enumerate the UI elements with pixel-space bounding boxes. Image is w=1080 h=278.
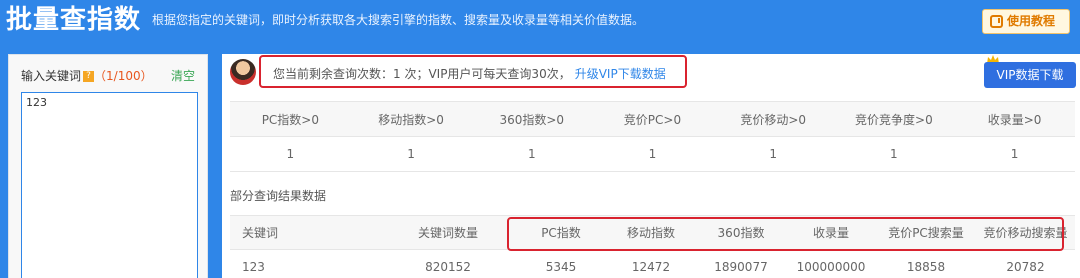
table-cell: 5345 — [516, 249, 606, 278]
stats-table: PC指数>0 移动指数>0 360指数>0 竞价PC>0 竞价移动>0 竞价竞争度>0 收录… — [230, 101, 1075, 172]
book-icon — [990, 15, 1003, 28]
stats-value-cell: 1 — [350, 136, 472, 172]
results-header-cell: 关键词 — [230, 215, 380, 250]
results-header-cell: 移动指数 — [606, 215, 696, 250]
stats-header-row: PC指数>0 移动指数>0 360指数>0 竞价PC>0 竞价移动>0 竞价竞争度>0 收录… — [230, 101, 1075, 137]
table-cell: 820152 — [380, 249, 516, 278]
stats-header-cell: 360指数>0 — [471, 101, 593, 137]
keyword-count: （1/100） — [94, 69, 153, 83]
quota-notice-text: 您当前剩余查询次数：1 次；VIP用户可每天查询30次， 升级VIP下载数据 — [273, 65, 666, 82]
page-header: 批量查指数 根据您指定的关键词，即时分析获取各大搜索引擎的指数、搜索量及收录量等… — [0, 0, 1080, 42]
table-cell: 20782 — [976, 249, 1075, 278]
page-title: 批量查指数 — [6, 5, 142, 35]
results-header-cell: PC指数 — [516, 215, 606, 250]
stats-header-cell: PC指数>0 — [230, 101, 351, 137]
results-section-title: 部分查询结果数据 — [230, 189, 327, 203]
results-header-cell: 收录量 — [786, 215, 876, 250]
table-cell: 18858 — [876, 249, 976, 278]
keyword-textarea[interactable] — [21, 92, 198, 278]
vip-download-button[interactable]: VIP数据下载 — [984, 62, 1076, 88]
clear-button[interactable]: 清空 — [171, 67, 195, 84]
upgrade-vip-link[interactable]: 升级VIP下载数据 — [575, 67, 666, 81]
table-cell: 123 — [230, 249, 380, 278]
stats-header-cell: 移动指数>0 — [350, 101, 472, 137]
stats-value-cell: 1 — [833, 136, 955, 172]
keyword-input-label-text: 输入关键词 — [21, 69, 82, 83]
keyword-input-panel: 输入关键词? （1/100） 清空 — [8, 54, 208, 278]
page-subtitle: 根据您指定的关键词，即时分析获取各大搜索引擎的指数、搜索量及收录量等相关价值数据… — [152, 13, 645, 27]
table-cell: 12472 — [606, 249, 696, 278]
stats-header-cell: 竞价PC>0 — [592, 101, 713, 137]
tutorial-button-label: 使用教程 — [1007, 14, 1056, 28]
results-table: 关键词 关键词数量 PC指数 移动指数 360指数 收录量 竞价PC搜索量 竞价移动搜索量 1… — [230, 215, 1075, 278]
results-header-row: 关键词 关键词数量 PC指数 移动指数 360指数 收录量 竞价PC搜索量 竞价移动搜索量 — [230, 215, 1075, 250]
stats-value-row: 1111111 — [230, 136, 1075, 172]
help-icon[interactable]: ? — [83, 71, 95, 82]
quota-notice: 您当前剩余查询次数：1 次；VIP用户可每天查询30次， 升级VIP下载数据 — [259, 55, 687, 88]
stats-header-cell: 收录量>0 — [954, 101, 1075, 137]
results-header-cell: 竞价移动搜索量 — [976, 215, 1075, 250]
avatar — [230, 59, 256, 85]
stats-value-cell: 1 — [712, 136, 834, 172]
results-header-cell: 竞价PC搜索量 — [876, 215, 976, 250]
stats-value-cell: 1 — [471, 136, 593, 172]
table-cell: 100000000 — [786, 249, 876, 278]
keyword-input-label: 输入关键词? （1/100） — [21, 67, 153, 84]
stats-value-cell: 1 — [230, 136, 351, 172]
results-header-cell: 关键词数量 — [380, 215, 516, 250]
stats-value-cell: 1 — [592, 136, 713, 172]
results-panel: 您当前剩余查询次数：1 次；VIP用户可每天查询30次， 升级VIP下载数据 VI… — [222, 54, 1080, 278]
stats-header-cell: 竞价移动>0 — [712, 101, 834, 137]
quota-text: 您当前剩余查询次数：1 次；VIP用户可每天查询30次， — [273, 67, 571, 81]
tutorial-button[interactable]: 使用教程 — [982, 9, 1070, 34]
results-header-cell: 360指数 — [696, 215, 786, 250]
table-row: 123 820152 5345 12472 1890077 100000000 18858 2… — [230, 249, 1075, 278]
stats-value-cell: 1 — [954, 136, 1075, 172]
stats-header-cell: 竞价竞争度>0 — [833, 101, 955, 137]
table-cell: 1890077 — [696, 249, 786, 278]
